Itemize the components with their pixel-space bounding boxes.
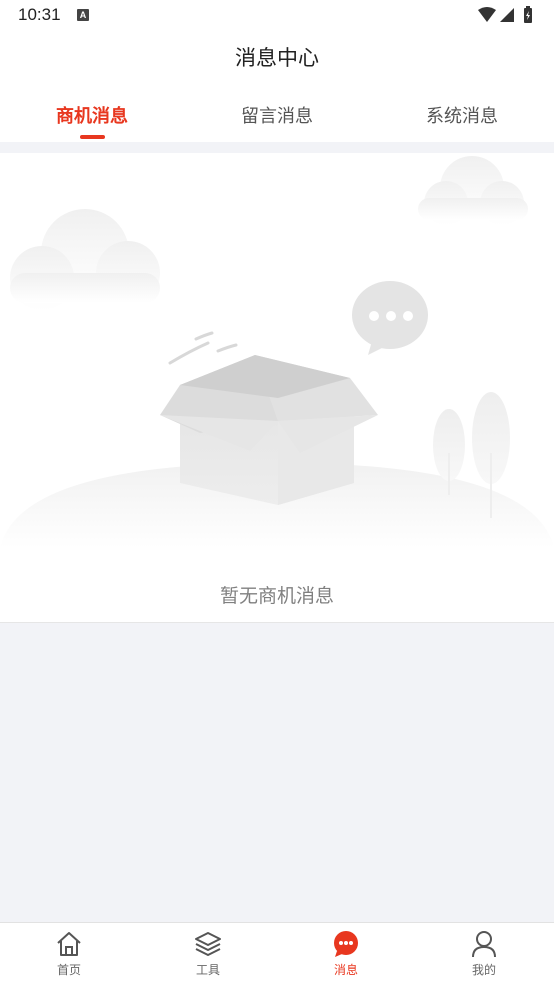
nav-label: 工具 [195, 963, 220, 977]
motion-lines [168, 331, 238, 365]
active-tab-indicator [80, 135, 105, 139]
layers-icon [195, 932, 221, 956]
message-icon [334, 931, 358, 957]
notification-icon: A [77, 9, 89, 21]
cloud-left [10, 209, 160, 310]
bottom-nav: 首页 工具 消息 我的 [0, 922, 554, 984]
wifi-icon [478, 7, 496, 22]
empty-box-icon [0, 156, 554, 548]
cloud-right [418, 156, 528, 225]
tab-business-messages[interactable]: 商机消息 [0, 102, 184, 128]
divider [0, 142, 554, 153]
user-icon [472, 931, 496, 958]
nav-label: 消息 [333, 963, 358, 977]
empty-state: 暂无商机消息 [0, 153, 554, 623]
nav-tools[interactable]: 工具 [168, 929, 248, 981]
nav-messages[interactable]: 消息 [306, 929, 386, 981]
status-time: 10:31 [18, 5, 61, 24]
empty-message: 暂无商机消息 [219, 585, 334, 607]
box [160, 355, 378, 505]
nav-label: 我的 [471, 963, 496, 977]
tab-system-messages[interactable]: 系统消息 [370, 102, 554, 128]
nav-home[interactable]: 首页 [29, 929, 109, 981]
header: 消息中心 [0, 30, 554, 84]
signal-icon [500, 8, 514, 22]
tab-bar: 商机消息 留言消息 系统消息 [0, 84, 554, 142]
status-bar: 10:31 A [0, 0, 554, 30]
chat-bubble-icon [352, 281, 428, 355]
nav-profile[interactable]: 我的 [444, 929, 524, 981]
tab-comment-messages[interactable]: 留言消息 [185, 102, 369, 128]
battery-icon [524, 6, 532, 23]
page-title: 消息中心 [235, 46, 319, 70]
status-icons [478, 6, 532, 23]
nav-label: 首页 [56, 963, 81, 977]
home-icon [57, 932, 81, 956]
